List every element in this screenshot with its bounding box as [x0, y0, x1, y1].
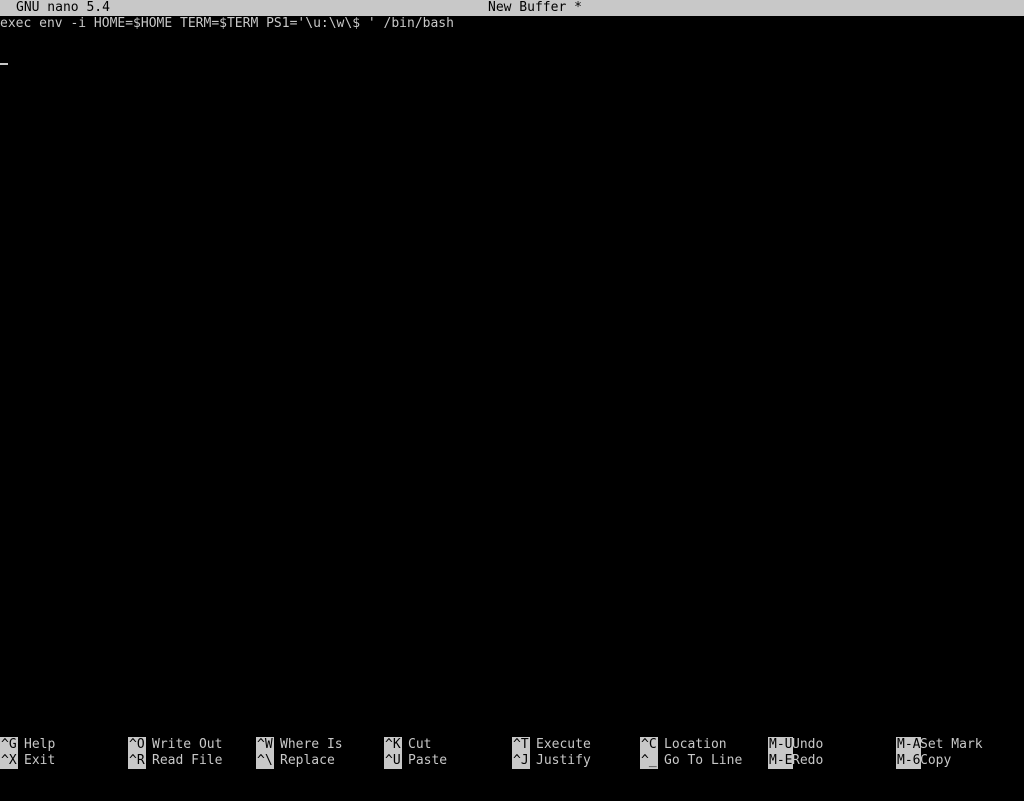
shortcut-replace[interactable]: ^\ Replace [256, 753, 335, 769]
shortcut-write-out[interactable]: ^O Write Out [128, 737, 222, 753]
shortcut-redo[interactable]: M-E Redo [768, 753, 823, 769]
shortcut-label: Copy [920, 753, 952, 768]
shortcut-key: ^T [512, 737, 530, 753]
shortcut-exit[interactable]: ^X Exit [0, 753, 55, 769]
shortcut-help[interactable]: ^G Help [0, 737, 55, 753]
shortcut-key: ^G [0, 737, 18, 753]
text-cursor [0, 63, 8, 65]
shortcut-set-mark[interactable]: M-A Set Mark [896, 737, 983, 753]
shortcut-key: ^R [128, 753, 146, 769]
shortcut-location[interactable]: ^C Location [640, 737, 727, 753]
shortcut-label: Where Is [280, 737, 343, 752]
shortcut-key: ^\ [256, 753, 274, 769]
shortcut-execute[interactable]: ^T Execute [512, 737, 591, 753]
editor-line[interactable]: exec env -i HOME=$HOME TERM=$TERM PS1='\… [0, 16, 454, 32]
shortcut-label: Justify [536, 753, 591, 768]
shortcut-key: ^U [384, 753, 402, 769]
shortcut-key: M-A [896, 737, 922, 753]
shortcut-label: Paste [408, 753, 448, 768]
shortcut-label: Location [664, 737, 727, 752]
buffer-name: New Buffer * [488, 0, 582, 15]
shortcut-copy[interactable]: M-6 Copy [896, 753, 951, 769]
shortcut-label: Replace [280, 753, 335, 768]
shortcut-where-is[interactable]: ^W Where Is [256, 737, 343, 753]
shortcut-label: Cut [408, 737, 432, 752]
shortcut-key: ^K [384, 737, 402, 753]
shortcut-label: Exit [24, 753, 56, 768]
shortcut-undo[interactable]: M-U Undo [768, 737, 823, 753]
title-bar: GNU nano 5.4 New Buffer * [0, 0, 1024, 16]
shortcut-justify[interactable]: ^J Justify [512, 753, 591, 769]
editor-area[interactable]: exec env -i HOME=$HOME TERM=$TERM PS1='\… [0, 16, 1024, 736]
shortcut-label: Redo [792, 753, 824, 768]
shortcut-key: M-U [768, 737, 794, 753]
shortcut-label: Go To Line [664, 753, 743, 768]
app-version: GNU nano 5.4 [16, 0, 110, 15]
shortcut-label: Help [24, 737, 56, 752]
shortcut-label: Set Mark [920, 737, 983, 752]
shortcut-key: ^W [256, 737, 274, 753]
shortcut-label: Execute [536, 737, 591, 752]
shortcut-read-file[interactable]: ^R Read File [128, 753, 222, 769]
shortcut-key: ^O [128, 737, 146, 753]
shortcut-cut[interactable]: ^K Cut [384, 737, 431, 753]
shortcut-go-to-line[interactable]: ^_ Go To Line [640, 753, 742, 769]
shortcut-key: ^X [0, 753, 18, 769]
shortcut-key: ^J [512, 753, 530, 769]
shortcut-label: Undo [792, 737, 824, 752]
shortcut-paste[interactable]: ^U Paste [384, 753, 447, 769]
shortcut-label: Read File [152, 753, 223, 768]
shortcut-key: ^_ [640, 753, 658, 769]
shortcut-key: ^C [640, 737, 658, 753]
shortcut-key: M-E [768, 753, 794, 769]
shortcut-key: M-6 [896, 753, 922, 769]
shortcut-label: Write Out [152, 737, 223, 752]
